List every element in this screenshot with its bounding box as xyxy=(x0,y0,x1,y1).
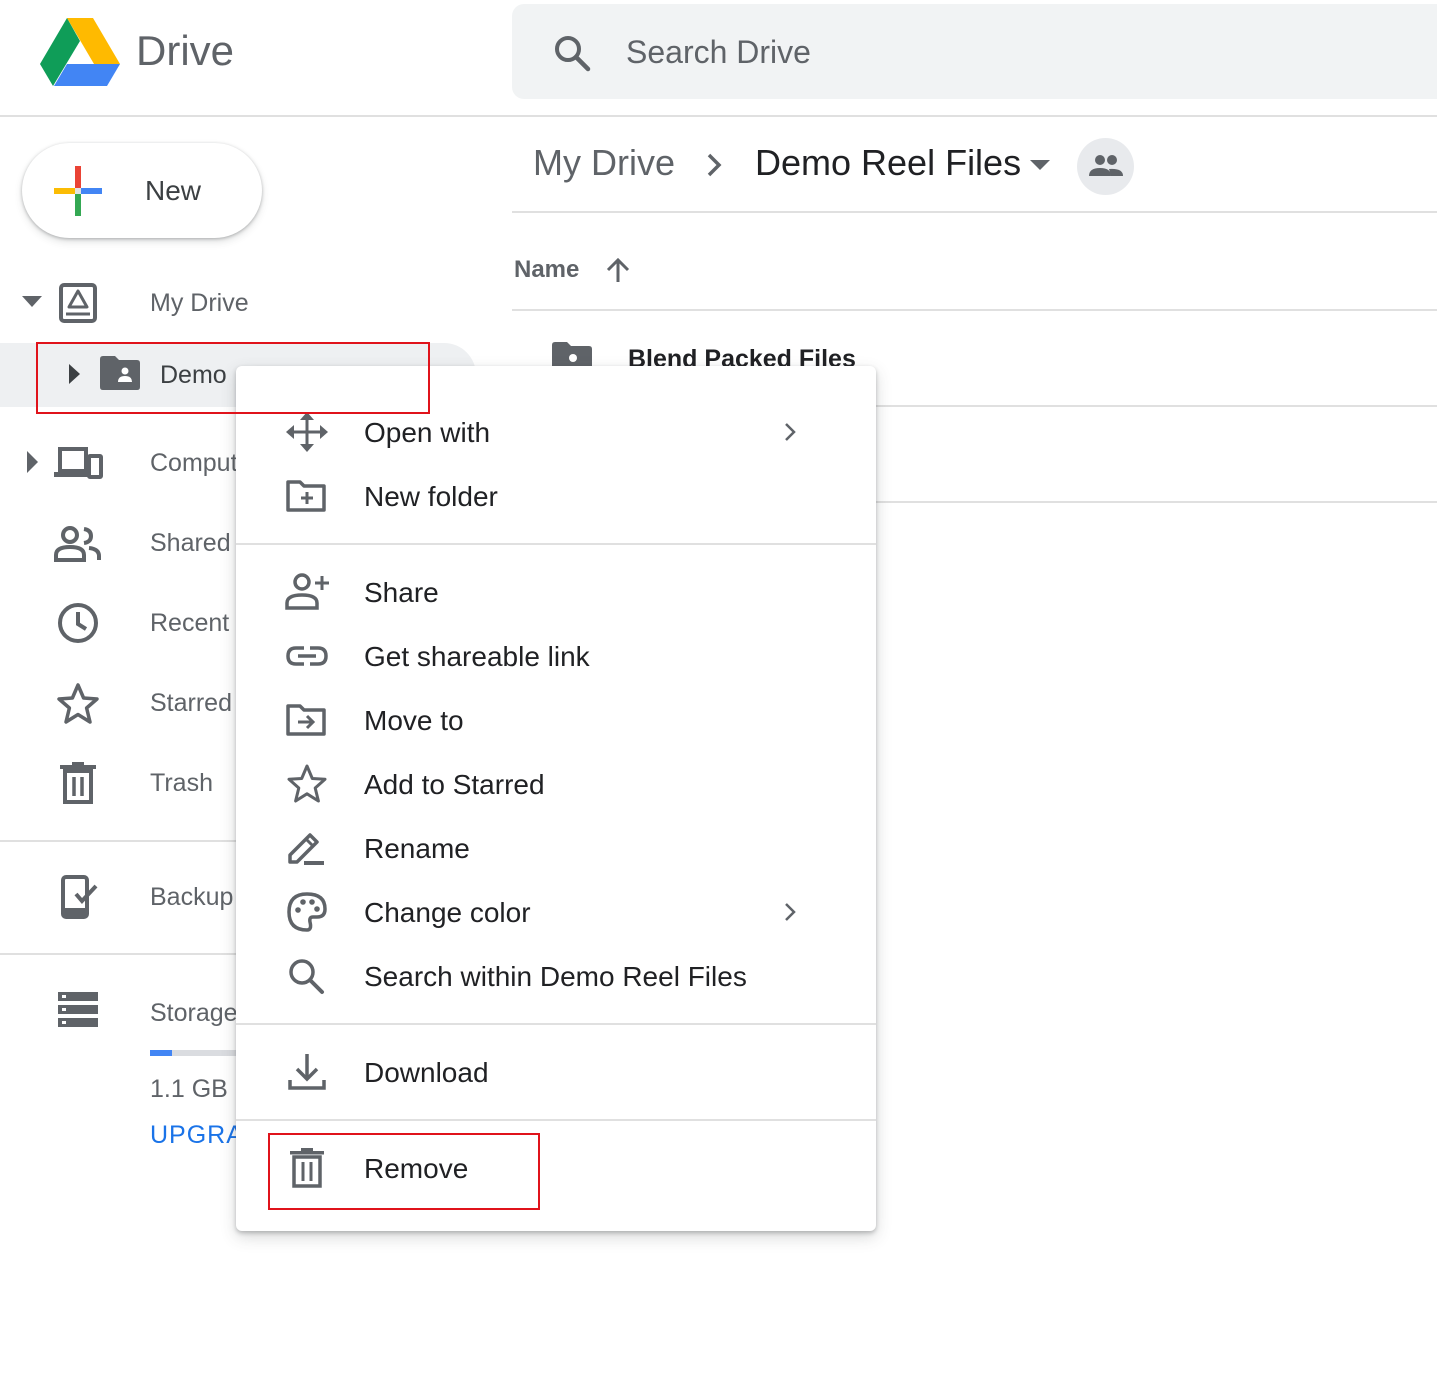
menu-item-get-link[interactable]: Get shareable link xyxy=(236,624,876,688)
menu-label: Share xyxy=(364,577,439,608)
menu-item-rename[interactable]: Rename xyxy=(236,816,876,880)
move-arrows-icon xyxy=(284,412,330,452)
my-drive-icon xyxy=(58,282,98,324)
drive-logo-icon[interactable] xyxy=(40,16,120,86)
menu-item-move-to[interactable]: Move to xyxy=(236,688,876,752)
column-header-name[interactable]: Name xyxy=(514,255,579,285)
menu-label: Open with xyxy=(364,417,491,448)
chevron-right-icon xyxy=(780,420,800,444)
breadcrumb-current-folder[interactable]: Demo Reel Files xyxy=(755,142,1021,184)
menu-label: Download xyxy=(364,1057,489,1088)
sidebar-item-backups[interactable]: Backup xyxy=(150,882,233,912)
menu-separator xyxy=(236,543,876,545)
storage-bar-fill xyxy=(150,1050,172,1056)
search-icon[interactable] xyxy=(552,33,592,73)
sidebar-item-recent[interactable]: Recent xyxy=(150,608,229,638)
menu-label: Add to Starred xyxy=(364,769,545,800)
menu-item-new-folder[interactable]: New folder xyxy=(236,464,876,528)
move-to-folder-icon xyxy=(284,700,330,740)
sidebar-divider xyxy=(0,953,240,955)
sidebar-item-storage[interactable]: Storage xyxy=(150,998,238,1028)
context-menu: Open with New folder Share Get shareable… xyxy=(236,366,876,1231)
sidebar-item-trash[interactable]: Trash xyxy=(150,768,213,798)
highlight-box-remove xyxy=(268,1133,540,1210)
menu-label: Rename xyxy=(364,833,470,864)
breadcrumb-divider xyxy=(512,211,1437,213)
plus-icon xyxy=(54,166,102,216)
sidebar-item-shared[interactable]: Shared xyxy=(150,528,231,558)
menu-item-search-within[interactable]: Search within Demo Reel Files xyxy=(236,944,876,1008)
sidebar-divider xyxy=(0,840,240,842)
menu-label: New folder xyxy=(364,481,498,512)
sidebar-item-starred[interactable]: Starred xyxy=(150,688,232,718)
download-icon xyxy=(284,1052,330,1092)
list-header-divider xyxy=(512,309,1437,311)
link-icon xyxy=(284,636,330,676)
sidebar-item-computers[interactable]: Comput xyxy=(150,448,238,478)
backup-icon xyxy=(60,874,98,920)
search-input[interactable] xyxy=(626,28,1386,76)
header-divider xyxy=(0,115,1437,117)
highlight-box-demo-folder xyxy=(36,342,430,414)
menu-label: Get shareable link xyxy=(364,641,590,672)
people-icon xyxy=(54,526,102,562)
sort-arrow-up-icon[interactable] xyxy=(604,256,632,284)
new-folder-icon xyxy=(284,476,330,516)
menu-label: Move to xyxy=(364,705,464,736)
menu-item-share[interactable]: Share xyxy=(236,560,876,624)
trash-icon xyxy=(60,762,96,804)
menu-separator xyxy=(236,1023,876,1025)
app-title[interactable]: Drive xyxy=(136,26,234,76)
star-icon xyxy=(284,764,330,804)
palette-icon xyxy=(284,892,330,932)
chevron-down-icon[interactable] xyxy=(1028,158,1052,172)
menu-item-change-color[interactable]: Change color xyxy=(236,880,876,944)
menu-item-download[interactable]: Download xyxy=(236,1040,876,1104)
add-person-icon xyxy=(284,572,330,612)
shared-people-badge[interactable] xyxy=(1077,138,1134,195)
pencil-icon xyxy=(284,828,330,868)
menu-label: Change color xyxy=(364,897,531,928)
chevron-right-icon xyxy=(704,150,724,180)
menu-label: Search within Demo Reel Files xyxy=(364,961,747,992)
expand-computers-icon[interactable] xyxy=(26,451,40,473)
sidebar-item-my-drive[interactable]: My Drive xyxy=(150,288,249,318)
storage-icon xyxy=(58,992,98,1028)
search-icon xyxy=(284,956,330,996)
expand-my-drive-icon[interactable] xyxy=(22,294,42,308)
new-button-label: New xyxy=(145,175,202,206)
chevron-right-icon xyxy=(780,900,800,924)
computer-icon xyxy=(54,446,104,480)
clock-icon xyxy=(56,601,100,645)
star-icon xyxy=(56,682,100,724)
menu-item-add-to-starred[interactable]: Add to Starred xyxy=(236,752,876,816)
breadcrumb-my-drive[interactable]: My Drive xyxy=(533,142,675,184)
storage-used-text: 1.1 GB xyxy=(150,1075,228,1103)
menu-separator xyxy=(236,1119,876,1121)
upgrade-storage-link[interactable]: UPGRA xyxy=(150,1120,244,1150)
